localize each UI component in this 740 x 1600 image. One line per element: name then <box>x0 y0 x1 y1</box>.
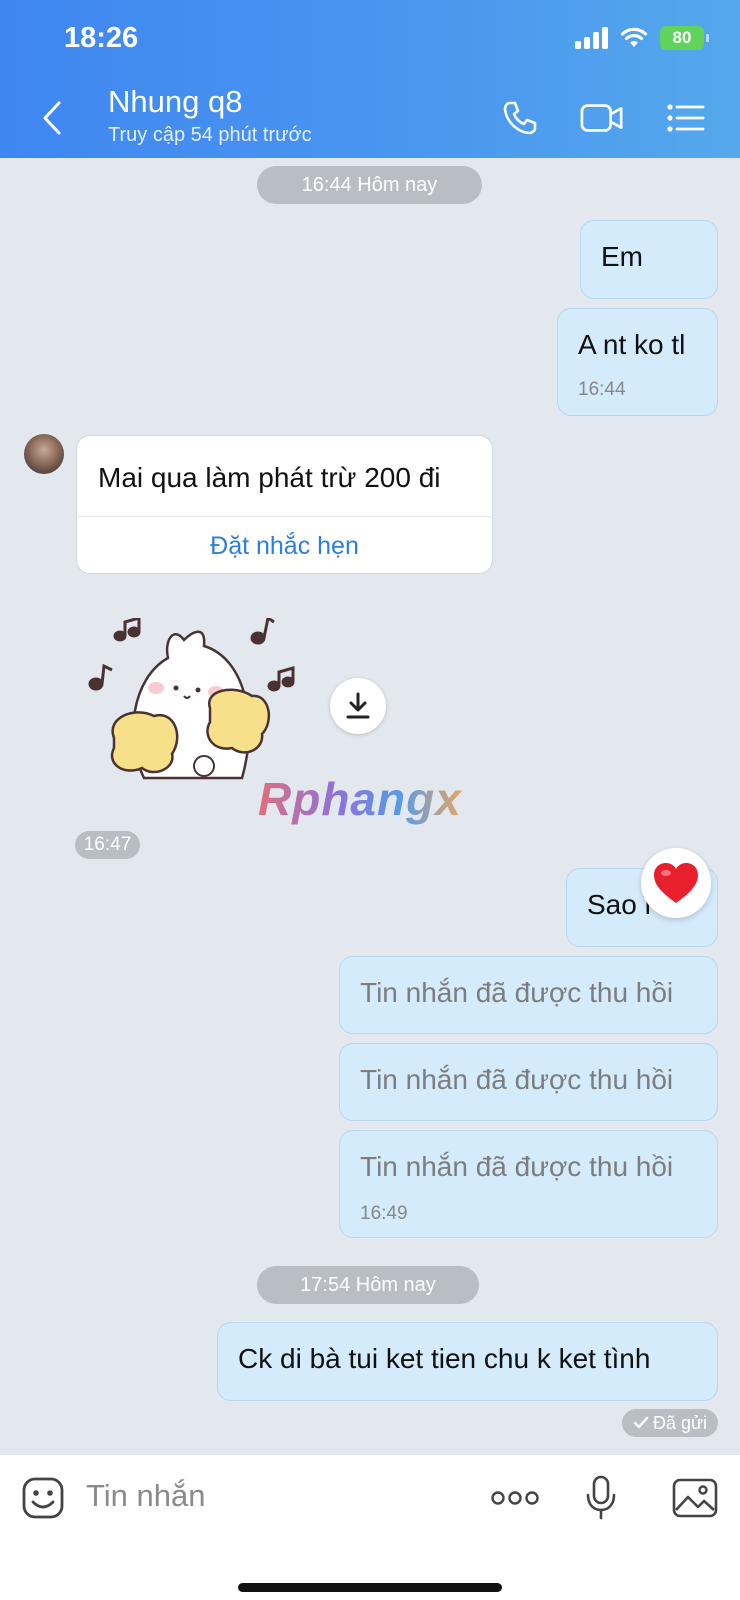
message-text: Tin nhắn đã được thu hồi <box>360 1151 674 1182</box>
contact-name[interactable]: Nhung q8 <box>108 84 242 120</box>
heart-icon <box>654 863 698 903</box>
outgoing-message[interactable]: Ck di bà tui ket tien chu k ket tình <box>217 1322 718 1401</box>
cellular-signal-icon <box>575 27 608 49</box>
reaction-button[interactable] <box>641 848 711 918</box>
check-icon <box>633 1416 649 1429</box>
message-input[interactable]: Tin nhắn <box>86 1478 206 1514</box>
image-picker-button[interactable] <box>670 1473 720 1523</box>
wifi-icon <box>620 27 648 47</box>
emoji-button[interactable] <box>18 1473 68 1523</box>
home-indicator <box>238 1583 502 1592</box>
emoji-icon <box>22 1477 64 1519</box>
sticker-image[interactable] <box>84 618 310 798</box>
set-reminder-link[interactable]: Đặt nhắc hẹn <box>77 532 492 561</box>
watermark-text: Rphangx <box>258 773 462 825</box>
date-separator: 17:54 Hôm nay <box>257 1266 479 1304</box>
video-camera-icon <box>580 104 623 132</box>
chat-header: 18:26 80 Nhung q8 Truy cập 54 phút trước <box>0 0 740 158</box>
download-button[interactable] <box>330 678 386 734</box>
sent-status-badge: Đã gửi <box>622 1409 718 1437</box>
message-text: Tin nhắn đã được thu hồi <box>360 1064 674 1095</box>
image-icon <box>672 1478 718 1518</box>
status-time: 18:26 <box>64 22 139 54</box>
message-time: 16:47 <box>75 831 140 859</box>
phone-icon <box>503 101 537 135</box>
sent-status-text: Đã gửi <box>652 1412 708 1433</box>
status-icons: 80 <box>575 26 709 50</box>
message-time: 16:44 <box>578 379 626 400</box>
message-text: Ck di bà tui ket tien chu k ket tình <box>238 1343 651 1374</box>
call-button[interactable] <box>498 98 542 138</box>
outgoing-message[interactable]: A nt ko tl 16:44 <box>557 308 718 416</box>
more-options-button[interactable] <box>489 1473 541 1523</box>
message-input-bar: Tin nhắn <box>0 1455 740 1600</box>
date-separator: 16:44 Hôm nay <box>257 166 482 204</box>
microphone-icon <box>586 1475 616 1520</box>
battery-level: 80 <box>672 28 692 47</box>
contact-avatar[interactable] <box>24 434 64 474</box>
message-text: A nt ko tl <box>578 329 686 360</box>
download-icon <box>346 692 370 719</box>
incoming-message[interactable]: Mai qua làm phát trừ 200 đi Đặt nhắc hẹn <box>76 435 493 574</box>
options-menu-button[interactable] <box>664 98 708 138</box>
message-time: 16:49 <box>360 1203 408 1224</box>
message-text: Mai qua làm phát trừ 200 đi <box>98 462 441 493</box>
list-menu-icon <box>667 104 705 132</box>
contact-last-seen: Truy cập 54 phút trước <box>108 124 312 146</box>
recalled-message[interactable]: Tin nhắn đã được thu hồi 16:49 <box>339 1130 718 1238</box>
message-text: Tin nhắn đã được thu hồi <box>360 977 674 1008</box>
more-dots-icon <box>491 1491 539 1505</box>
outgoing-message[interactable]: Em <box>580 220 718 299</box>
video-call-button[interactable] <box>580 98 624 138</box>
message-text: Em <box>601 241 643 272</box>
divider <box>77 516 492 517</box>
battery-indicator: 80 <box>660 26 709 50</box>
chevron-left-icon <box>43 101 61 135</box>
voice-record-button[interactable] <box>576 1473 626 1523</box>
recalled-message[interactable]: Tin nhắn đã được thu hồi <box>339 1043 718 1121</box>
recalled-message[interactable]: Tin nhắn đã được thu hồi <box>339 956 718 1034</box>
back-button[interactable] <box>36 98 68 138</box>
